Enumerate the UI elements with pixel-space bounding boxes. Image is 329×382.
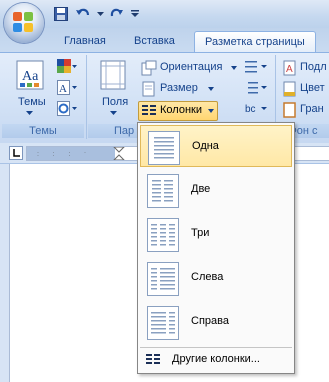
one-column-icon [148, 131, 180, 165]
page-color-button[interactable]: Цвет [282, 81, 329, 98]
undo-icon[interactable] [74, 5, 92, 23]
theme-effects-icon [57, 101, 77, 116]
margins-button[interactable]: Поля [96, 58, 132, 120]
themes-group-label: Темы [2, 124, 84, 138]
columns-button[interactable]: Колонки [138, 101, 218, 121]
customize-toolbar-icon[interactable] [130, 5, 140, 23]
page-borders-label: Гран [300, 103, 324, 115]
columns-right-item[interactable]: Справа [140, 301, 292, 343]
tab-insert[interactable]: Вставка [134, 31, 175, 52]
group-divider [86, 55, 87, 139]
office-logo-icon [13, 12, 33, 32]
save-icon[interactable] [52, 5, 70, 23]
margins-icon [100, 60, 126, 90]
theme-colors-button[interactable] [57, 59, 77, 77]
orientation-label: Ориентация [160, 61, 223, 73]
chevron-down-icon [208, 87, 214, 91]
two-columns-icon [147, 174, 179, 208]
theme-fonts-button[interactable]: A [57, 80, 77, 98]
more-columns-item[interactable]: Другие колонки... [140, 350, 292, 370]
columns-two-item[interactable]: Две [140, 169, 292, 211]
svg-text:A: A [286, 64, 293, 75]
columns-icon [146, 354, 160, 364]
watermark-icon: A [283, 60, 296, 76]
theme-fonts-icon: A [57, 80, 77, 95]
chevron-down-icon [231, 66, 237, 70]
tab-page-layout[interactable]: Разметка страницы [194, 31, 316, 53]
theme-effects-button[interactable] [57, 101, 77, 119]
tab-home[interactable]: Главная [64, 31, 106, 52]
page-color-label: Цвет [300, 82, 325, 94]
watermark-label: Подл [300, 61, 327, 73]
tab-selector[interactable] [9, 146, 23, 160]
svg-text:A: A [59, 83, 67, 95]
right-column-icon [147, 306, 179, 340]
more-columns-label: Другие колонки... [172, 353, 260, 365]
columns-menu: Одна Две Три Слева Справа Другие колонки… [137, 122, 295, 374]
menu-item-label: Две [191, 183, 211, 195]
size-label: Размер [160, 82, 198, 94]
themes-label: Темы [18, 96, 46, 108]
page-borders-icon [283, 102, 296, 118]
page-color-icon [283, 81, 296, 97]
page-borders-button[interactable]: Гран [282, 102, 329, 119]
menu-item-label: Одна [192, 140, 219, 152]
orientation-button[interactable]: Ориентация [140, 60, 240, 77]
ruler-ticks: · · · · · · · [37, 150, 92, 159]
page-size-icon [142, 81, 155, 97]
columns-icon [142, 105, 156, 115]
theme-colors-icon [57, 59, 77, 73]
orientation-icon [141, 60, 157, 76]
chevron-down-icon [110, 111, 117, 115]
line-numbers-icon [248, 82, 267, 94]
menu-separator [140, 347, 292, 348]
vertical-ruler [9, 164, 20, 382]
hyphenation-button[interactable]: bc [244, 101, 272, 119]
three-columns-icon [147, 218, 179, 252]
columns-left-item[interactable]: Слева [140, 257, 292, 299]
dropdown-arrow-icon[interactable] [96, 5, 104, 23]
chevron-down-icon [26, 111, 33, 115]
size-button[interactable]: Размер [140, 81, 240, 98]
quick-access-toolbar [52, 4, 140, 24]
themes-icon: Aa [16, 60, 44, 90]
menu-item-label: Справа [191, 315, 229, 327]
indent-marker-icon[interactable] [113, 147, 125, 160]
columns-three-item[interactable]: Три [140, 213, 292, 255]
left-column-icon [147, 262, 179, 296]
title-bar [0, 0, 329, 28]
hyphenation-icon: bc [245, 104, 267, 115]
redo-icon[interactable] [108, 5, 126, 23]
breaks-button[interactable] [244, 59, 272, 77]
themes-button[interactable]: Aa Темы [10, 58, 50, 120]
chevron-down-icon [208, 109, 214, 113]
columns-label: Колонки [160, 104, 202, 116]
menu-item-label: Слева [191, 271, 224, 283]
tab-stop-icon [13, 149, 20, 157]
menu-item-label: Три [191, 227, 210, 239]
columns-one-item[interactable]: Одна [140, 125, 292, 167]
svg-text:Aa: Aa [22, 69, 39, 84]
svg-text:bc: bc [245, 104, 256, 115]
line-numbers-button[interactable] [244, 80, 272, 98]
margins-label: Поля [102, 96, 129, 108]
breaks-icon [245, 61, 267, 73]
watermark-button[interactable]: A Подл [282, 60, 329, 77]
